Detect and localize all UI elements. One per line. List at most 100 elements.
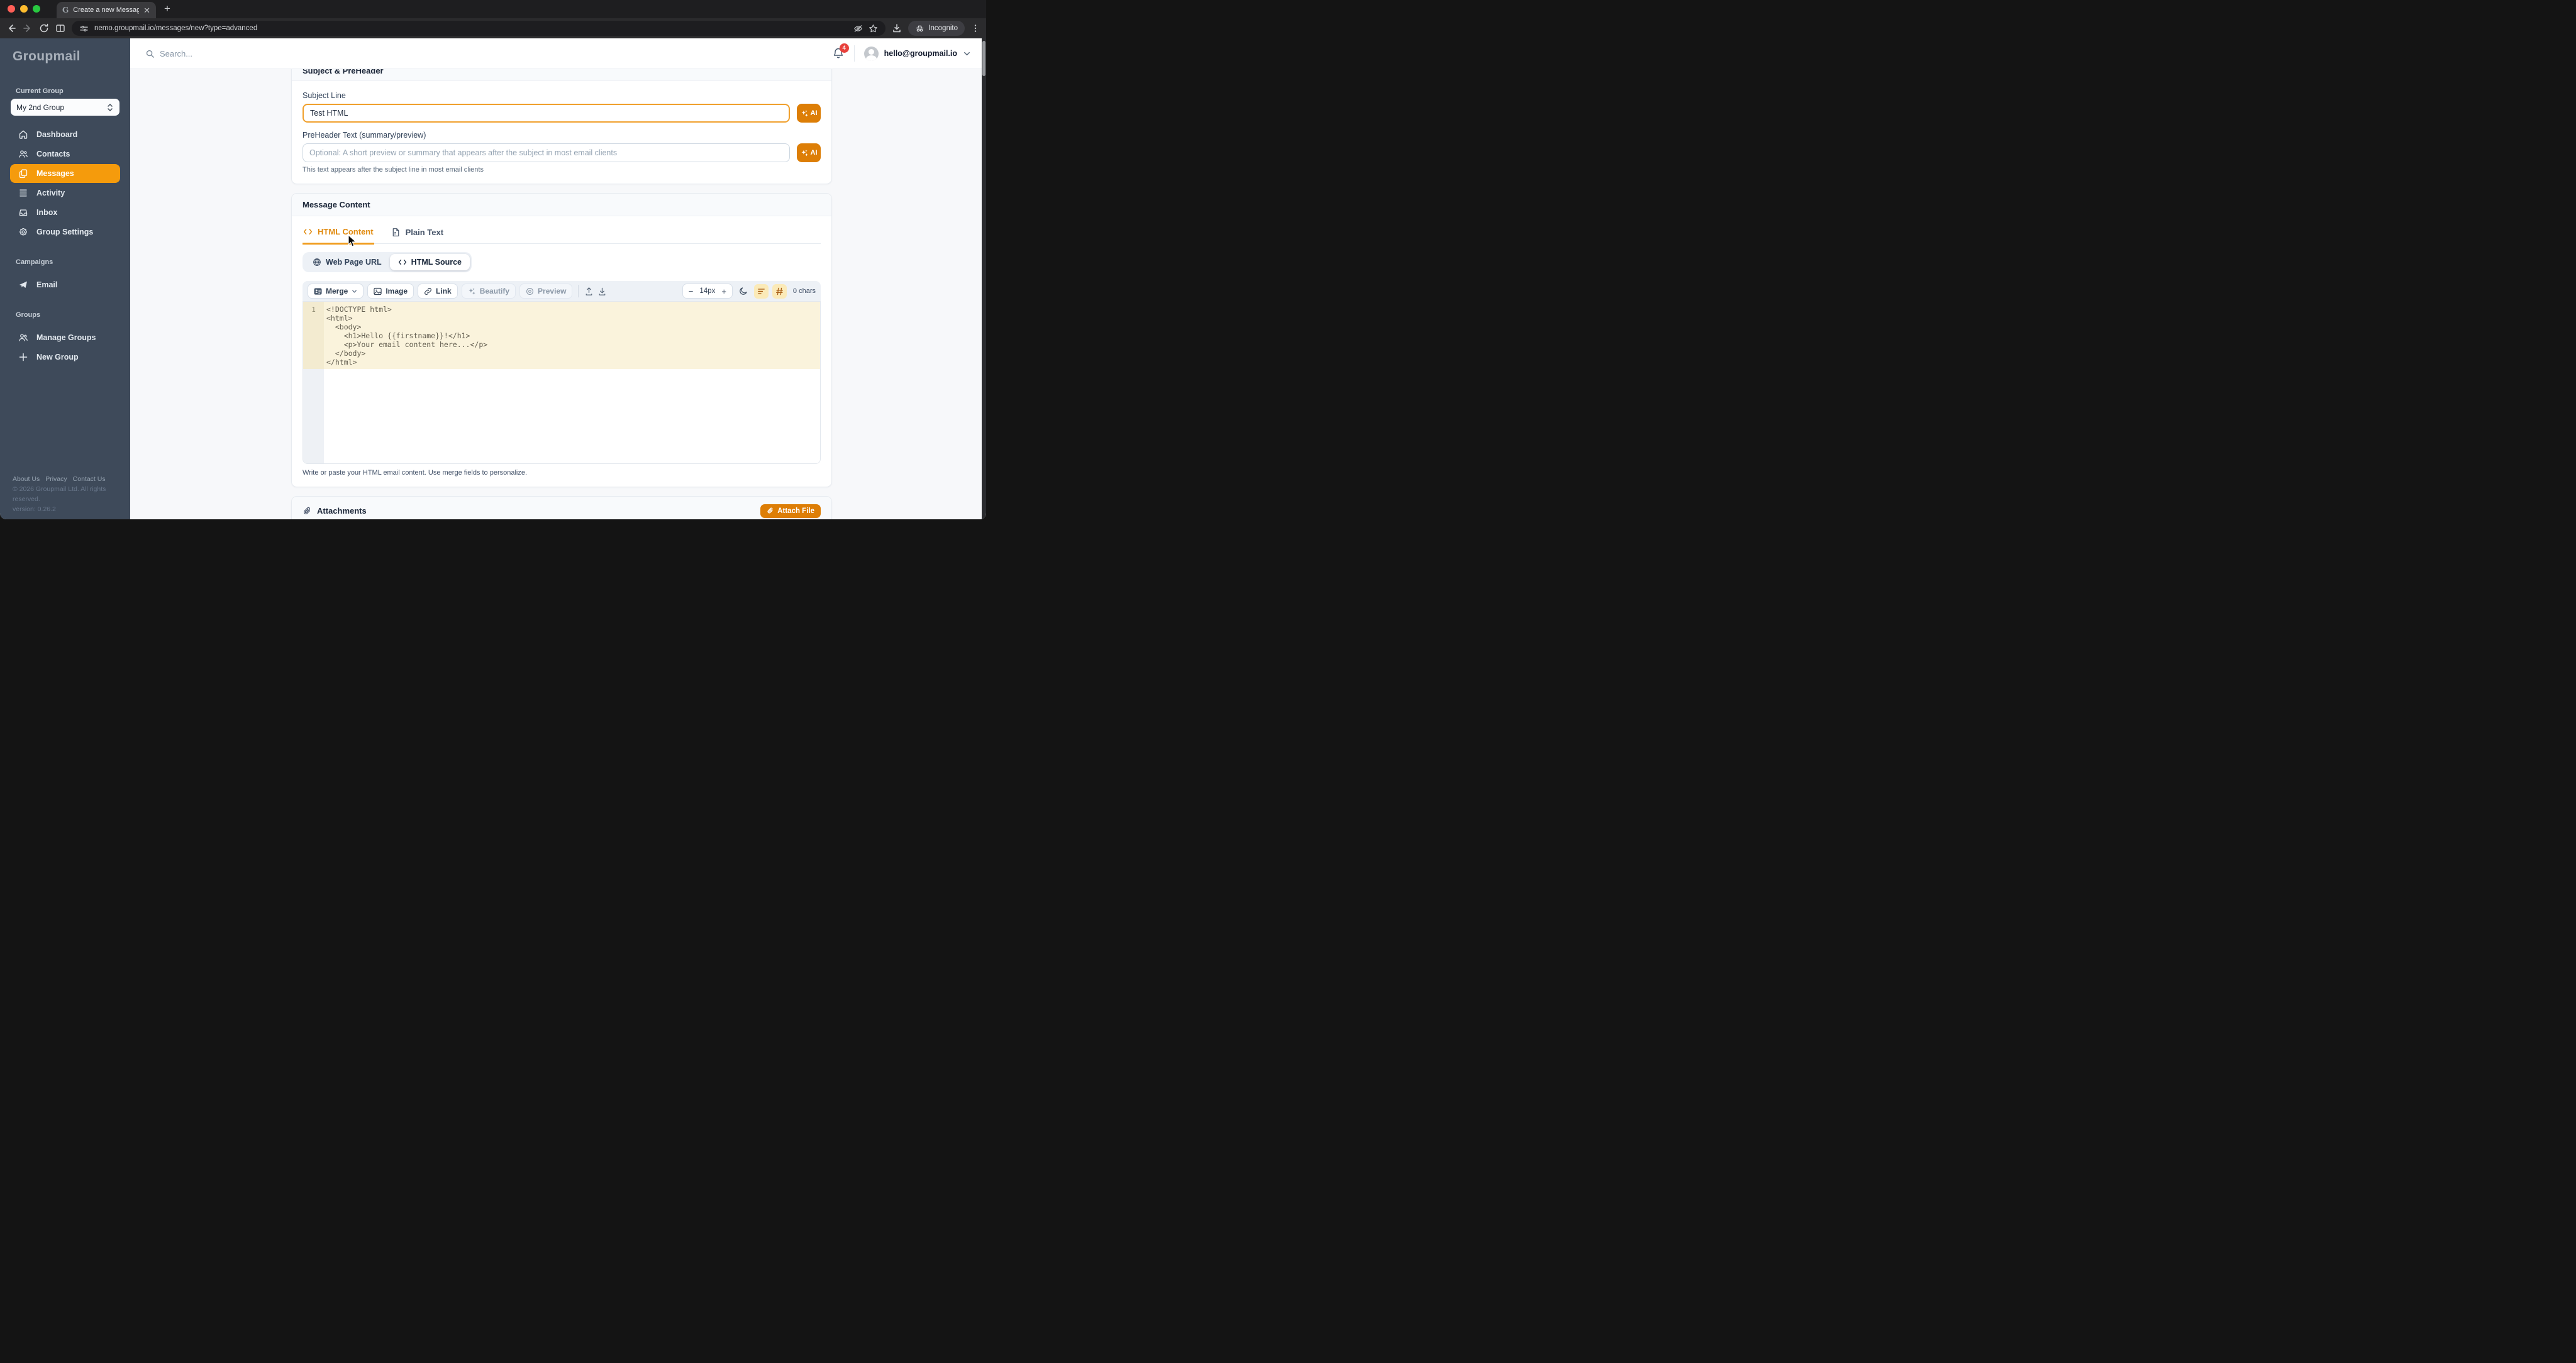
image-label: Image <box>386 287 408 295</box>
tab-plain-text[interactable]: Plain Text <box>391 227 444 243</box>
link-button[interactable]: Link <box>418 284 458 299</box>
browser-tab[interactable]: G Create a new Message | Grou ✕ <box>57 2 156 18</box>
code-line: <h1>Hello {{firstname}}!</h1> <box>326 331 820 340</box>
url-text[interactable]: nemo.groupmail.io/messages/new?type=adva… <box>94 25 848 32</box>
current-group-select[interactable]: My 2nd Group <box>11 99 119 116</box>
download-icon[interactable] <box>597 287 607 296</box>
preheader-input[interactable]: Optional: A short preview or summary tha… <box>303 143 790 162</box>
preheader-label: PreHeader Text (summary/preview) <box>303 131 821 140</box>
sidebar-item-email[interactable]: Email <box>10 275 120 294</box>
attach-file-button[interactable]: Attach File <box>760 504 821 518</box>
segment-label: Web Page URL <box>326 258 382 267</box>
current-group-label: Current Group <box>16 87 114 95</box>
hash-icon <box>775 287 784 295</box>
merge-button[interactable]: Merge <box>308 284 364 299</box>
search-input[interactable]: Search... <box>145 49 192 58</box>
notifications-button[interactable]: 4 <box>832 47 845 60</box>
footer-link-privacy[interactable]: Privacy <box>45 474 67 484</box>
font-size-value: 14px <box>699 287 715 295</box>
wrap-lines-icon <box>757 287 765 295</box>
search-placeholder: Search... <box>160 49 192 58</box>
document-icon <box>391 228 401 237</box>
page-scrollbar[interactable] <box>982 38 986 519</box>
new-tab-button[interactable]: + <box>164 3 170 15</box>
plus-icon <box>18 352 28 362</box>
sidebar-item-messages[interactable]: Messages <box>10 164 120 183</box>
sidebar-item-label: Group Settings <box>36 228 93 236</box>
current-group-value: My 2nd Group <box>16 103 64 112</box>
zoom-window-button[interactable] <box>33 5 40 13</box>
tab-html-content[interactable]: HTML Content <box>303 227 374 245</box>
preview-button[interactable]: Preview <box>519 284 572 299</box>
forward-icon[interactable] <box>23 23 33 33</box>
html-code-editor[interactable]: 1 <!DOCTYPE html> <html> <body> <h1>Hell… <box>303 301 821 464</box>
footer-link-contact[interactable]: Contact Us <box>73 474 106 484</box>
font-size-increase[interactable]: + <box>721 287 726 296</box>
line-number-gutter: 1 <box>303 302 324 369</box>
footer-copyright: © 2026 Groupmail Ltd. All rights reserve… <box>13 484 130 504</box>
app-logo: Groupmail <box>0 38 130 64</box>
paperclip-icon <box>303 507 311 516</box>
eye-off-icon[interactable] <box>853 24 863 33</box>
groups-nav: Manage Groups New Group <box>10 328 120 367</box>
minimize-window-button[interactable] <box>20 5 28 13</box>
preheader-ai-button[interactable]: AI <box>797 143 821 162</box>
sidebar-item-label: Inbox <box>36 208 57 217</box>
content-tabs: HTML Content Plain Text <box>303 227 821 244</box>
sidebar-item-activity[interactable]: Activity <box>10 184 120 202</box>
sidebar-item-inbox[interactable]: Inbox <box>10 203 120 222</box>
source-mode-toggle: Web Page URL HTML Source <box>303 252 472 272</box>
code-line: <body> <box>326 323 820 331</box>
image-button[interactable]: Image <box>367 284 414 299</box>
close-window-button[interactable] <box>8 5 15 13</box>
subject-card-header: Subject & PreHeader <box>292 69 831 81</box>
subject-ai-button[interactable]: AI <box>797 104 821 123</box>
sidebar-item-label: Activity <box>36 189 65 197</box>
word-wrap-toggle[interactable] <box>754 284 769 299</box>
attachments-header: Attachments Attach File <box>292 497 831 519</box>
code-area[interactable]: <!DOCTYPE html> <html> <body> <h1>Hello … <box>324 302 820 369</box>
web-page-url-button[interactable]: Web Page URL <box>304 254 390 270</box>
globe-icon <box>313 258 321 267</box>
window-controls <box>8 5 40 13</box>
reload-icon[interactable] <box>39 23 49 33</box>
sidebar-item-new-group[interactable]: New Group <box>10 348 120 367</box>
site-settings-icon[interactable] <box>79 24 89 33</box>
browser-toolbar: nemo.groupmail.io/messages/new?type=adva… <box>0 18 986 38</box>
html-source-button[interactable]: HTML Source <box>390 254 470 270</box>
user-menu[interactable]: hello@groupmail.io <box>864 47 971 61</box>
sidebar-item-dashboard[interactable]: Dashboard <box>10 125 120 144</box>
scrollbar-thumb[interactable] <box>982 41 985 76</box>
campaigns-nav: Email <box>10 275 120 294</box>
image-icon <box>374 287 382 295</box>
footer-link-about[interactable]: About Us <box>13 474 40 484</box>
avatar <box>864 47 879 61</box>
beautify-button[interactable]: Beautify <box>462 284 516 299</box>
message-content-card: Message Content HTML Content Plai <box>291 193 832 487</box>
subject-line-input[interactable]: Test HTML <box>303 104 790 123</box>
address-bar[interactable]: nemo.groupmail.io/messages/new?type=adva… <box>72 21 886 36</box>
line-numbers-toggle[interactable] <box>772 284 787 299</box>
side-panel-icon[interactable] <box>55 23 65 33</box>
topbar: Search... 4 hello@groupmail.io <box>130 38 986 69</box>
sidebar-item-contacts[interactable]: Contacts <box>10 145 120 163</box>
dark-mode-icon[interactable] <box>739 287 748 295</box>
downloads-icon[interactable] <box>892 23 902 33</box>
merge-label: Merge <box>326 287 348 295</box>
preheader-help-text: This text appears after the subject line… <box>303 166 821 174</box>
sidebar-item-manage-groups[interactable]: Manage Groups <box>10 328 120 347</box>
char-count: 0 chars <box>793 287 816 295</box>
preview-eye-icon <box>526 287 534 295</box>
search-icon <box>145 49 155 58</box>
sidebar-item-label: Email <box>36 280 57 289</box>
browser-menu-icon[interactable] <box>971 24 980 33</box>
tab-close-icon[interactable]: ✕ <box>143 6 150 14</box>
bookmark-star-icon[interactable] <box>869 24 878 33</box>
code-icon <box>398 258 407 267</box>
campaigns-section-label: Campaigns <box>16 258 114 266</box>
sidebar-item-group-settings[interactable]: Group Settings <box>10 223 120 241</box>
code-area-empty[interactable] <box>324 369 820 463</box>
back-icon[interactable] <box>6 23 16 33</box>
upload-icon[interactable] <box>584 287 594 296</box>
font-size-decrease[interactable]: − <box>689 287 694 296</box>
